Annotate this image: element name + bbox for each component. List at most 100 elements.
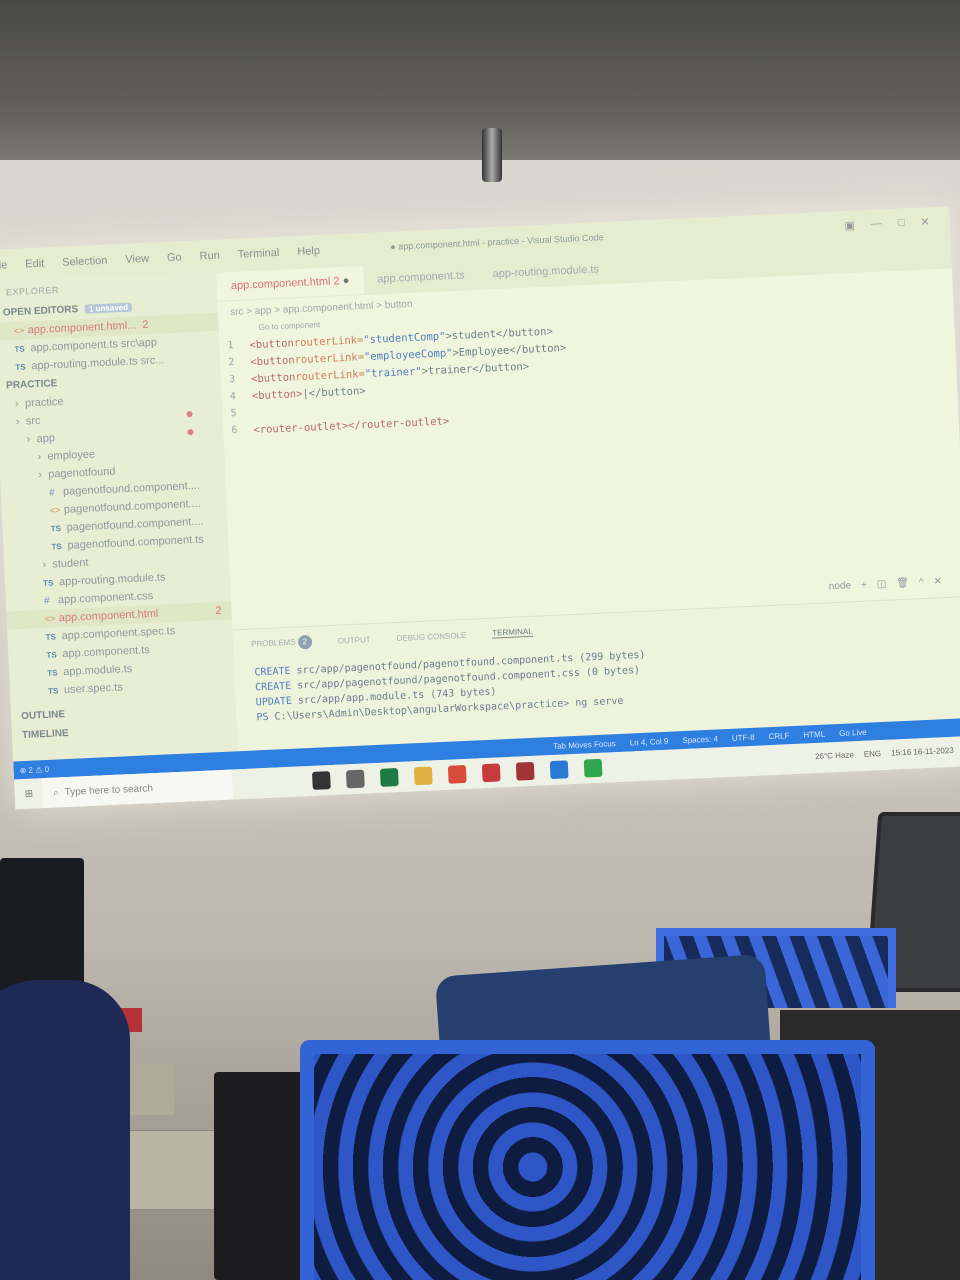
unsaved-dot-icon[interactable]: ● xyxy=(339,275,349,287)
status-item[interactable]: HTML xyxy=(803,729,825,739)
editor-tab[interactable]: app.component.ts xyxy=(363,261,480,294)
excel-icon[interactable] xyxy=(380,768,400,787)
code-token: "trainer" xyxy=(364,365,422,380)
problem-count: 2 xyxy=(142,318,149,332)
wall-pipe xyxy=(482,128,502,182)
split-terminal-icon[interactable]: ◫ xyxy=(877,579,887,590)
typescript-icon: TS xyxy=(51,541,62,552)
line-number: 5 xyxy=(230,407,237,420)
vscode-icon[interactable] xyxy=(550,760,569,780)
terminal-shell-label[interactable]: node xyxy=(829,580,852,592)
status-item[interactable]: Tab Moves Focus xyxy=(553,739,616,751)
tree-item-label: practice xyxy=(24,395,64,410)
editor-tab-label: app-routing.module.ts xyxy=(492,263,600,281)
windows-start-icon[interactable]: ⊞ xyxy=(14,788,43,800)
menu-item[interactable]: Edit xyxy=(25,258,44,271)
chevron-right-icon: › xyxy=(42,558,47,571)
modified-dot xyxy=(186,410,193,418)
tree-item-label: src xyxy=(25,414,41,428)
terminal-keyword: CREATE xyxy=(254,680,292,694)
css-icon: # xyxy=(43,595,50,607)
chevron-right-icon: › xyxy=(26,433,31,446)
editor-tab-label: app.component.ts xyxy=(377,269,465,286)
app-icon[interactable] xyxy=(482,763,502,783)
weather[interactable]: 26°C Haze xyxy=(815,750,854,761)
add-terminal-icon[interactable]: + xyxy=(861,580,867,591)
tree-item-label: pagenotfound xyxy=(47,465,116,481)
language[interactable]: ENG xyxy=(864,749,882,759)
problem-count: 2 xyxy=(215,604,222,618)
tab-debug-console[interactable]: DEBUG CONSOLE xyxy=(396,630,466,642)
chevron-up-icon[interactable]: ^ xyxy=(919,577,924,588)
tree-item-label: student xyxy=(52,556,89,571)
menu-item[interactable]: Selection xyxy=(62,255,108,269)
typescript-icon: TS xyxy=(50,523,62,534)
task-view-icon[interactable] xyxy=(346,769,366,789)
file-explorer-icon[interactable] xyxy=(414,766,434,786)
line-number: 3 xyxy=(228,374,236,386)
speaker xyxy=(214,1072,314,1280)
menu-item[interactable]: Help xyxy=(297,245,320,258)
tree-item-label: employee xyxy=(47,448,96,463)
search-icon: ⌕ xyxy=(52,786,59,799)
editor-tab-label: app.component.html 2 xyxy=(230,275,340,293)
tab-output[interactable]: OUTPUT xyxy=(338,635,371,645)
chevron-right-icon: › xyxy=(37,450,42,464)
open-editor-label: app.component.html... xyxy=(27,319,137,337)
chrome-icon[interactable] xyxy=(448,764,468,784)
html-icon: <> xyxy=(13,325,25,337)
app-icon-3[interactable] xyxy=(584,758,603,778)
tree-item-label: app.module.ts xyxy=(62,662,133,679)
tab-problems[interactable]: PROBLEMS 2 xyxy=(251,634,313,652)
code-token: <button xyxy=(249,336,295,351)
menu-bar: le Edit Selection View Go Run Terminal Help xyxy=(0,245,320,272)
app-icon-2[interactable] xyxy=(516,761,535,781)
status-item[interactable]: Ln 4, Col 9 xyxy=(629,736,668,747)
status-item[interactable]: UTF-8 xyxy=(732,732,755,742)
problems-count: 2 xyxy=(297,634,313,650)
status-item[interactable]: CRLF xyxy=(768,731,789,741)
typescript-icon: TS xyxy=(47,685,59,696)
minimize-icon[interactable]: — xyxy=(871,218,883,231)
code-token: routerLink= xyxy=(293,333,364,349)
line-number: 4 xyxy=(229,391,237,403)
tree-item-label: app.component.css xyxy=(57,589,154,607)
typescript-icon: TS xyxy=(46,649,57,660)
menu-item[interactable]: le xyxy=(0,259,8,271)
chevron-right-icon: › xyxy=(37,468,43,482)
projected-screen: le Edit Selection View Go Run Terminal Help ● a… xyxy=(0,206,960,810)
maximize-icon[interactable]: □ xyxy=(898,216,905,229)
search-placeholder: Type here to search xyxy=(64,782,154,798)
modified-dot xyxy=(187,428,194,436)
code-token: |</button> xyxy=(302,384,366,400)
css-icon: # xyxy=(48,486,55,499)
terminal-keyword: UPDATE xyxy=(255,695,293,709)
menu-item[interactable]: Go xyxy=(167,251,182,264)
line-number: 1 xyxy=(227,340,234,352)
typescript-icon: TS xyxy=(42,577,54,588)
tree-item-label: app.component.ts xyxy=(62,644,151,661)
menu-item[interactable]: View xyxy=(125,253,149,266)
clock[interactable]: 15:16 16-11-2023 xyxy=(891,746,954,758)
code-token: routerLink= xyxy=(294,350,365,366)
tree-item-label: app xyxy=(36,432,56,446)
status-item[interactable]: Spaces: 4 xyxy=(682,734,718,745)
code-token: <button> xyxy=(251,387,303,402)
code-token: "employeeComp" xyxy=(363,346,453,363)
layout-icon[interactable]: ▣ xyxy=(844,219,855,232)
code-token: <button xyxy=(250,353,295,368)
person-shoulder xyxy=(0,980,130,1280)
cortana-icon[interactable] xyxy=(312,771,332,790)
menu-item[interactable]: Terminal xyxy=(238,247,280,261)
problems-status[interactable]: ⊗ 2 ⚠ 0 xyxy=(19,764,49,774)
tab-terminal[interactable]: TERMINAL xyxy=(492,626,533,639)
close-panel-icon[interactable]: ✕ xyxy=(933,576,942,587)
code-token: "studentComp" xyxy=(362,329,446,346)
unsaved-badge: 1 unsaved xyxy=(84,302,133,314)
typescript-icon: TS xyxy=(14,344,25,354)
status-item[interactable]: Go Live xyxy=(839,727,867,737)
close-icon[interactable]: ✕ xyxy=(920,215,930,228)
menu-item[interactable]: Run xyxy=(199,250,220,263)
trash-icon[interactable]: 🗑 xyxy=(896,578,909,590)
line-number: 6 xyxy=(231,424,238,437)
